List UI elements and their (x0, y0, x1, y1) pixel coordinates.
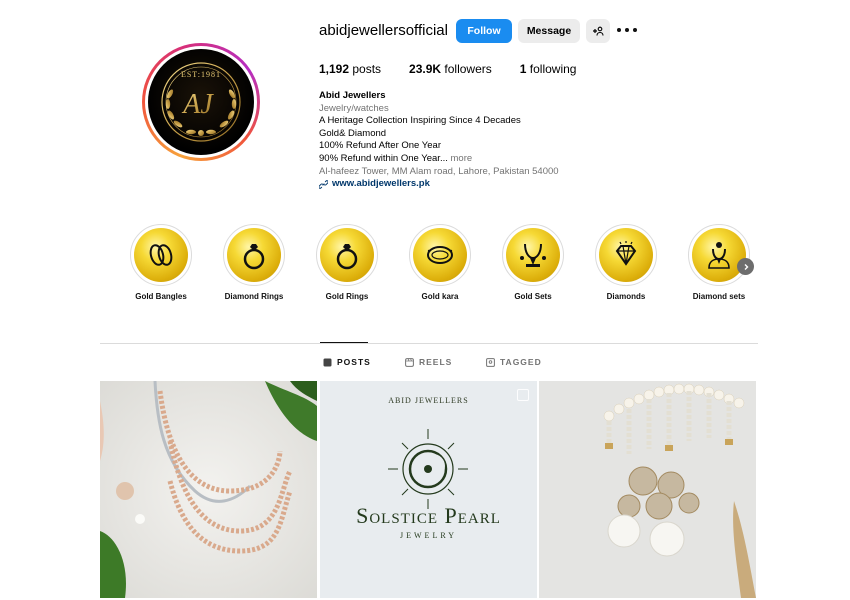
followers-count[interactable]: 23.9K followers (409, 62, 492, 76)
bangles-icon (149, 244, 173, 266)
more-options-icon[interactable] (617, 24, 637, 36)
monogram-logo-icon: EST:1981 AJ (161, 62, 241, 142)
posts-count[interactable]: 1,192 posts (319, 62, 381, 76)
avatar-ring-gap: EST:1981 AJ (145, 46, 257, 158)
highlight-gold-rings[interactable]: Gold Rings (307, 224, 387, 301)
kara-icon (427, 246, 453, 264)
profile-username: abidjewellersofficial (319, 22, 448, 39)
reels-icon (405, 357, 414, 367)
bio-line: A Heritage Collection Inspiring Since 4 … (319, 115, 521, 127)
bio-line-truncated: 90% Refund within One Year... more (319, 152, 473, 164)
bio-name: Abid Jewellers (319, 90, 386, 101)
carousel-icon (517, 389, 529, 401)
add-user-icon (593, 26, 604, 36)
highlight-gold-sets[interactable]: Gold Sets (493, 224, 573, 301)
highlights-next-button[interactable] (737, 258, 754, 275)
avatar-logo: EST:1981 AJ (148, 49, 254, 155)
profile-bio: Abid Jewellers Jewelry/watches A Heritag… (319, 90, 639, 191)
active-tab-indicator (320, 342, 368, 343)
profile-avatar[interactable]: EST:1981 AJ (142, 43, 260, 161)
suggest-users-button[interactable] (586, 19, 610, 43)
solstice-pearl-logo (320, 381, 537, 598)
highlight-diamond-rings[interactable]: Diamond Rings (214, 224, 294, 301)
highlight-diamonds[interactable]: Diamonds (586, 224, 666, 301)
post-brand-title: Solstice Pearl (356, 503, 501, 528)
svg-text:AJ: AJ (181, 89, 214, 120)
post-thumbnail[interactable] (539, 381, 756, 598)
post-brand-name: ABID JEWELLERS (388, 396, 469, 405)
tabs-divider (100, 343, 758, 344)
tab-posts[interactable]: POSTS (323, 357, 371, 367)
svg-text:EST:1981: EST:1981 (181, 70, 221, 79)
necklace-photo (100, 381, 317, 598)
following-count[interactable]: 1 following (520, 62, 577, 76)
tagged-icon (486, 357, 495, 367)
ring-icon (336, 244, 358, 270)
highlight-gold-kara[interactable]: Gold kara (400, 224, 480, 301)
bio-more-link[interactable]: more (448, 153, 473, 164)
bio-line: 100% Refund After One Year (319, 140, 442, 152)
bio-address[interactable]: Al-hafeez Tower, MM Alam road, Lahore, P… (319, 166, 639, 179)
tab-tagged[interactable]: TAGGED (486, 357, 542, 367)
bio-website-link[interactable]: www.abidjewellers.pk (319, 178, 639, 191)
highlight-gold-bangles[interactable]: Gold Bangles (121, 224, 201, 301)
post-thumbnail[interactable]: ABID JEWELLERS Solstice Pearl JEWELRY (320, 381, 537, 598)
grid-icon (323, 358, 332, 366)
bio-line: Gold& Diamond (319, 127, 387, 139)
earrings-photo (539, 381, 756, 598)
link-icon (319, 180, 328, 189)
necklace-bust-icon (708, 242, 730, 269)
diamond-ring-icon (243, 244, 265, 270)
tab-reels[interactable]: REELS (405, 357, 452, 367)
post-thumbnail[interactable] (100, 381, 317, 598)
necklace-set-icon (520, 243, 546, 267)
post-brand-subtitle: JEWELRY (400, 531, 457, 540)
diamond-icon (615, 241, 637, 266)
message-button[interactable]: Message (518, 19, 580, 43)
chevron-right-icon (744, 263, 748, 270)
bio-category: Jewelry/watches (319, 102, 389, 114)
profile-stats: 1,192 posts 23.9K followers 1 following (319, 62, 604, 76)
follow-button[interactable]: Follow (456, 19, 512, 43)
